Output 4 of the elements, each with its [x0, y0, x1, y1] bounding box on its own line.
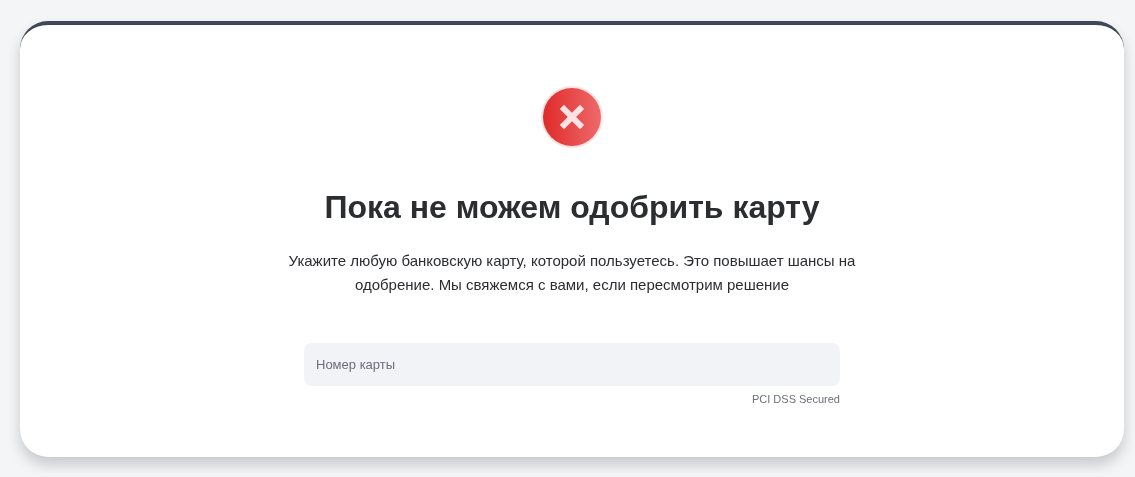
security-note: PCI DSS Secured [751, 393, 840, 405]
card-number-field[interactable]: Номер карты [304, 343, 840, 386]
title: Пока не можем одобрить карту [324, 188, 820, 227]
message: Укажите любую банковскую карту, которой пользуетесь. Это повышает шансы на одобрение. Мы свяжемся с вами, если пересмотрим решение [287, 251, 857, 295]
